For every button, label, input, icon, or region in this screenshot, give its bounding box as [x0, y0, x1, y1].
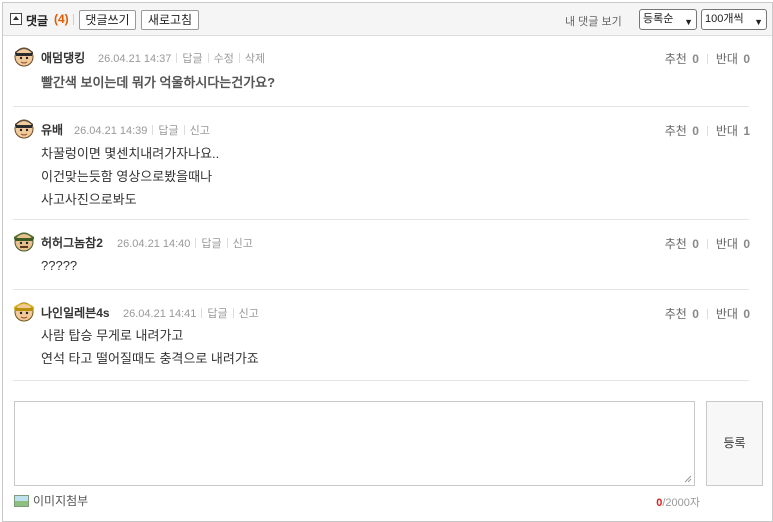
vote-box: 추천 0 반대 0 [665, 305, 750, 322]
comment-count: (4) [54, 12, 69, 26]
comment-line: 이건맞는듯함 영상으로봤을때나 [41, 169, 213, 184]
comment-item: 애덤댕킹 26.04.21 14:37 답글 수정 삭제 추천 0 반대 0 빨간색 보… [13, 45, 750, 105]
vote-box: 추천 0 반대 0 [665, 235, 750, 252]
attach-image-button[interactable]: 이미지첨부 [14, 492, 88, 509]
comment-author[interactable]: 허허그놈참2 [41, 234, 103, 251]
char-counter: 0/2000자 [656, 494, 700, 510]
comment-section-title: 댓글 [26, 14, 49, 28]
avatar [14, 47, 34, 67]
upvote-count: 0 [692, 237, 699, 251]
downvote-button[interactable]: 반대 0 [716, 52, 750, 66]
page-size-select[interactable]: 100개씩 ▼ [701, 9, 767, 30]
comment-item: 허허그놈참2 26.04.21 14:40 답글 신고 추천 0 반대 0 ????? [13, 230, 750, 285]
attach-image-label: 이미지첨부 [33, 494, 89, 508]
comment-body: ????? [41, 254, 77, 277]
image-icon [14, 495, 29, 507]
reply-link[interactable]: 답글 [207, 308, 227, 320]
divider [13, 289, 749, 290]
comment-toolbar: 댓글 (4) 댓글쓰기 새로고침 내 댓글 보기 등록순 ▼ 100개씩 ▼ [3, 3, 772, 36]
collapse-toggle-icon[interactable] [10, 13, 22, 25]
downvote-count: 0 [743, 52, 750, 66]
comment-section: 댓글 (4) 댓글쓰기 새로고침 내 댓글 보기 등록순 ▼ 100개씩 ▼ 애… [2, 2, 773, 522]
upvote-count: 0 [692, 307, 699, 321]
page-size-value: 100개씩 [705, 13, 744, 25]
comment-body: 사람 탑승 무게로 내려가고 연석 타고 떨어질때도 충격으로 내려가죠 [41, 324, 259, 370]
downvote-count: 0 [743, 237, 750, 251]
upvote-button[interactable]: 추천 0 [665, 124, 699, 138]
avatar [14, 232, 34, 252]
comment-meta: 26.04.21 14:39 답글 신고 [74, 122, 210, 138]
sort-order-value: 등록순 [643, 13, 674, 25]
delete-link[interactable]: 삭제 [245, 53, 265, 65]
write-comment-button[interactable]: 댓글쓰기 [79, 10, 136, 30]
comment-date: 26.04.21 14:37 [98, 53, 172, 65]
downvote-count: 0 [743, 307, 750, 321]
my-comments-link[interactable]: 내 댓글 보기 [565, 13, 622, 29]
comment-author[interactable]: 나인일레븐4s [41, 304, 110, 321]
comment-item: 유배 26.04.21 14:39 답글 신고 추천 0 반대 1 차꿀렁이면 몇센치… [13, 117, 750, 217]
divider [13, 219, 749, 220]
report-link[interactable]: 신고 [190, 125, 210, 137]
vote-box: 추천 0 반대 0 [665, 50, 750, 67]
comment-item: 나인일레븐4s 26.04.21 14:41 답글 신고 추천 0 반대 0 사람 탑… [13, 300, 750, 375]
comment-line: ????? [41, 258, 78, 273]
comment-meta: 26.04.21 14:37 답글 수정 삭제 [98, 50, 265, 66]
upvote-count: 0 [692, 124, 699, 138]
reply-link[interactable]: 답글 [158, 125, 178, 137]
upvote-button[interactable]: 추천 0 [665, 237, 699, 251]
comment-author[interactable]: 애덤댕킹 [41, 49, 85, 66]
comment-date: 26.04.21 14:39 [74, 125, 148, 137]
comment-input[interactable] [14, 401, 695, 486]
submit-comment-button[interactable]: 등록 [706, 401, 763, 486]
chevron-down-icon: ▼ [684, 17, 693, 27]
reply-link[interactable]: 답글 [201, 238, 221, 250]
comment-meta: 26.04.21 14:41 답글 신고 [123, 305, 259, 321]
avatar [14, 302, 34, 322]
char-limit: /2000자 [662, 497, 700, 509]
vote-box: 추천 0 반대 1 [665, 122, 750, 139]
sort-order-select[interactable]: 등록순 ▼ [639, 9, 697, 30]
comment-author[interactable]: 유배 [41, 121, 63, 138]
report-link[interactable]: 신고 [239, 308, 259, 320]
resize-grip-icon[interactable] [684, 475, 692, 483]
comment-meta: 26.04.21 14:40 답글 신고 [117, 235, 253, 251]
comment-line: 빨간색 보이는데 뭐가 억울하시다는건가요? [41, 75, 276, 90]
comment-line: 연석 타고 떨어질때도 충격으로 내려가죠 [41, 351, 259, 366]
downvote-button[interactable]: 반대 0 [716, 307, 750, 321]
comment-body: 차꿀렁이면 몇센치내려가자나요.. 이건맞는듯함 영상으로봤을때나 사고사진으로… [41, 142, 219, 211]
comment-line: 사고사진으로봐도 [41, 192, 137, 207]
upvote-button[interactable]: 추천 0 [665, 307, 699, 321]
chevron-down-icon: ▼ [754, 17, 763, 27]
report-link[interactable]: 신고 [233, 238, 253, 250]
divider [73, 14, 74, 25]
refresh-button[interactable]: 새로고침 [141, 10, 199, 30]
edit-link[interactable]: 수정 [214, 53, 234, 65]
comment-line: 사람 탑승 무게로 내려가고 [41, 328, 184, 343]
avatar [14, 119, 34, 139]
divider [13, 380, 749, 381]
upvote-button[interactable]: 추천 0 [665, 52, 699, 66]
reply-link[interactable]: 답글 [182, 53, 202, 65]
divider [13, 106, 749, 107]
comment-body: 빨간색 보이는데 뭐가 억울하시다는건가요? [41, 71, 275, 94]
downvote-count: 1 [743, 124, 750, 138]
comment-date: 26.04.21 14:41 [123, 308, 197, 320]
upvote-count: 0 [692, 52, 699, 66]
comment-date: 26.04.21 14:40 [117, 238, 191, 250]
downvote-button[interactable]: 반대 0 [716, 237, 750, 251]
comment-line: 차꿀렁이면 몇센치내려가자나요.. [41, 146, 220, 161]
downvote-button[interactable]: 반대 1 [716, 124, 750, 138]
